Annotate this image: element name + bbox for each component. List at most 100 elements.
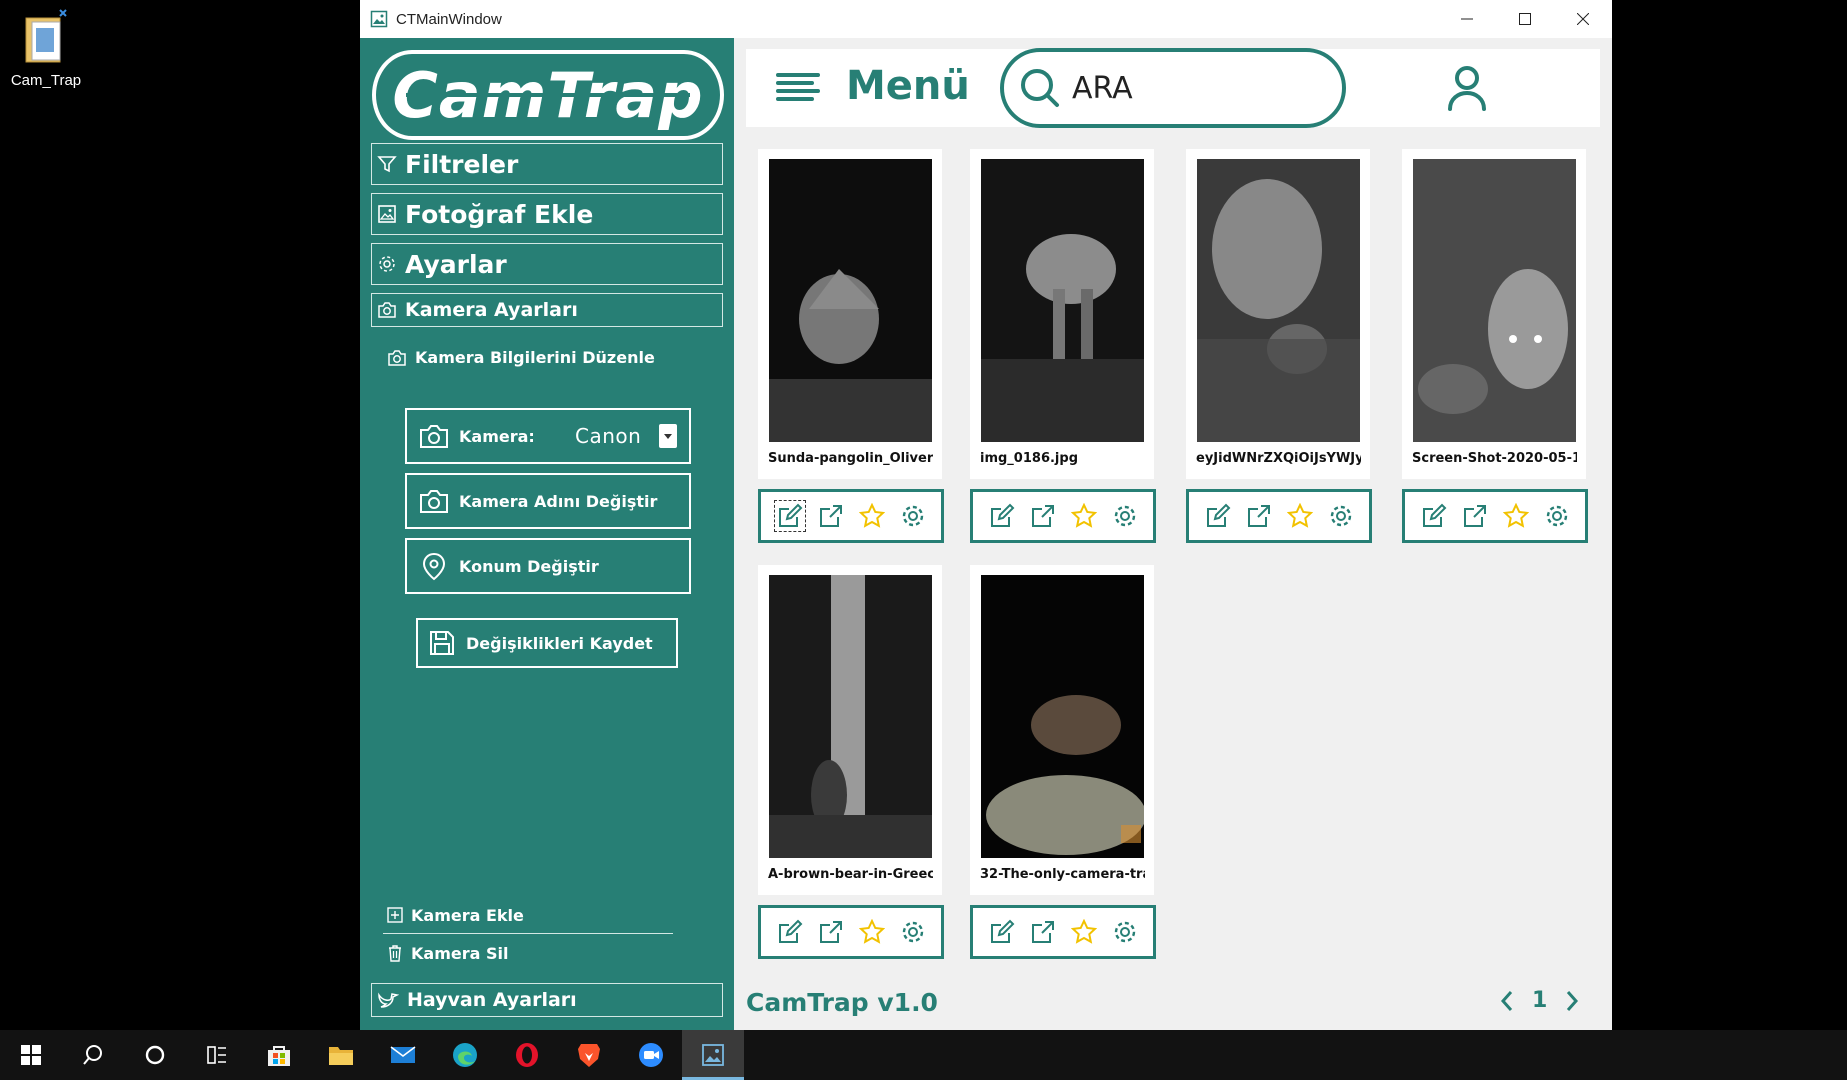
filters-button[interactable]: Filtreler: [371, 143, 723, 185]
current-page: 1: [1532, 988, 1548, 1013]
top-header: Menü: [746, 48, 1600, 128]
edit-button[interactable]: [1203, 501, 1233, 531]
edit-button[interactable]: [773, 500, 806, 532]
photo-settings-button[interactable]: [1110, 917, 1140, 947]
external-link-icon: [1463, 505, 1486, 527]
photo-settings-button[interactable]: [1542, 501, 1572, 531]
user-icon[interactable]: [1446, 65, 1488, 111]
photo-actions: [970, 489, 1156, 543]
desktop-icon-cam-trap[interactable]: Cam_Trap: [8, 8, 84, 89]
photo-settings-button[interactable]: [898, 501, 928, 531]
favorite-button[interactable]: [1069, 917, 1099, 947]
photo-image[interactable]: [769, 575, 932, 858]
app-logo: CamTrap: [372, 50, 724, 140]
brave-icon: [578, 1044, 600, 1067]
maximize-button[interactable]: [1496, 0, 1554, 38]
title-bar[interactable]: CTMainWindow: [360, 0, 1612, 38]
open-external-button[interactable]: [1028, 917, 1058, 947]
bird-icon: [378, 992, 399, 1008]
start-button[interactable]: [0, 1030, 62, 1080]
photo-actions: [970, 905, 1156, 959]
photo-filename: Sunda-pangolin_OliverW: [768, 451, 933, 466]
menu-label[interactable]: Menü: [846, 63, 970, 109]
change-location-button[interactable]: Konum Değiştir: [405, 538, 691, 594]
photo-card: Screen-Shot-2020-05-18-: [1402, 149, 1590, 543]
photo-settings-button[interactable]: [1326, 501, 1356, 531]
zoom-app[interactable]: [620, 1030, 682, 1080]
photo-image[interactable]: [981, 575, 1144, 858]
external-link-icon: [819, 921, 842, 943]
photo-image[interactable]: [769, 159, 932, 442]
open-external-button[interactable]: [1028, 501, 1058, 531]
edit-button[interactable]: [775, 917, 805, 947]
add-photo-button[interactable]: Fotoğraf Ekle: [371, 193, 723, 235]
favorite-button[interactable]: [857, 917, 887, 947]
camera-settings-button[interactable]: Kamera Ayarları: [371, 293, 723, 327]
photo-card: 32-The-only-camera-trap: [970, 565, 1158, 959]
save-changes-label: Değişiklikleri Kaydet: [466, 633, 653, 653]
photo-thumbnail-frame: eyJidWNrZXQiOiJsYWJyb: [1186, 149, 1370, 479]
folder-icon: [329, 1047, 353, 1065]
main-window: CTMainWindow CamTrap Filtreler Fotoğraf …: [360, 0, 1612, 1030]
settings-button[interactable]: Ayarlar: [371, 243, 723, 285]
desktop-icon-label: Cam_Trap: [10, 72, 82, 89]
gear-icon: [379, 256, 395, 272]
camera-icon: [420, 490, 448, 513]
photo-filename: 32-The-only-camera-trap: [980, 867, 1145, 882]
cortana-button[interactable]: [124, 1030, 186, 1080]
zoom-icon: [639, 1043, 663, 1067]
close-button[interactable]: [1554, 0, 1612, 38]
edit-button[interactable]: [1419, 501, 1449, 531]
open-external-button[interactable]: [1460, 501, 1490, 531]
taskbar-search-button[interactable]: [62, 1030, 124, 1080]
photo-image[interactable]: [1413, 159, 1576, 442]
photo-thumbnail-frame: img_0186.jpg: [970, 149, 1154, 479]
image-icon: [378, 205, 396, 223]
photo-settings-button[interactable]: [898, 917, 928, 947]
favorite-button[interactable]: [1501, 501, 1531, 531]
camtrap-app[interactable]: [682, 1030, 744, 1080]
open-external-button[interactable]: [816, 917, 846, 947]
edge-icon: [453, 1043, 477, 1067]
favorite-button[interactable]: [1285, 501, 1315, 531]
delete-camera-button[interactable]: Kamera Sil: [383, 938, 673, 968]
photo-filename: Screen-Shot-2020-05-18-: [1412, 451, 1577, 466]
mail-app[interactable]: [372, 1030, 434, 1080]
photo-image[interactable]: [981, 159, 1144, 442]
favorite-button[interactable]: [1069, 501, 1099, 531]
photo-thumbnail-frame: A-brown-bear-in-Greece: [758, 565, 942, 895]
chevron-down-icon[interactable]: [659, 424, 677, 448]
save-changes-button[interactable]: Değişiklikleri Kaydet: [416, 618, 678, 668]
file-explorer-app[interactable]: [310, 1030, 372, 1080]
edit-icon: [778, 503, 802, 527]
open-external-button[interactable]: [816, 501, 846, 531]
rename-camera-button[interactable]: Kamera Adını Değiştir: [405, 473, 691, 529]
store-app[interactable]: [248, 1030, 310, 1080]
minimize-button[interactable]: [1438, 0, 1496, 38]
photo-settings-button[interactable]: [1110, 501, 1140, 531]
favorite-button[interactable]: [857, 501, 887, 531]
search-bar[interactable]: [1000, 48, 1346, 128]
animal-settings-button[interactable]: Hayvan Ayarları: [371, 983, 723, 1017]
chevron-left-icon[interactable]: [1500, 990, 1514, 1012]
brave-browser-app[interactable]: [558, 1030, 620, 1080]
filter-icon: [377, 156, 397, 173]
edit-button[interactable]: [987, 501, 1017, 531]
hamburger-menu-icon[interactable]: [776, 71, 820, 105]
edge-browser-app[interactable]: [434, 1030, 496, 1080]
photo-actions: [1402, 489, 1588, 543]
photo-image[interactable]: [1197, 159, 1360, 442]
camera-icon: [378, 302, 396, 318]
photo-card: A-brown-bear-in-Greece: [758, 565, 946, 959]
open-external-button[interactable]: [1244, 501, 1274, 531]
edit-button[interactable]: [987, 917, 1017, 947]
add-camera-label: Kamera Ekle: [411, 905, 524, 925]
camera-select[interactable]: Kamera: Canon: [405, 408, 691, 464]
add-camera-button[interactable]: Kamera Ekle: [383, 900, 673, 930]
photo-card: eyJidWNrZXQiOiJsYWJyb: [1186, 149, 1374, 543]
camera-icon: [388, 349, 406, 366]
opera-browser-app[interactable]: [496, 1030, 558, 1080]
chevron-right-icon[interactable]: [1565, 990, 1579, 1012]
search-input[interactable]: [1072, 70, 1312, 106]
task-view-button[interactable]: [186, 1030, 248, 1080]
